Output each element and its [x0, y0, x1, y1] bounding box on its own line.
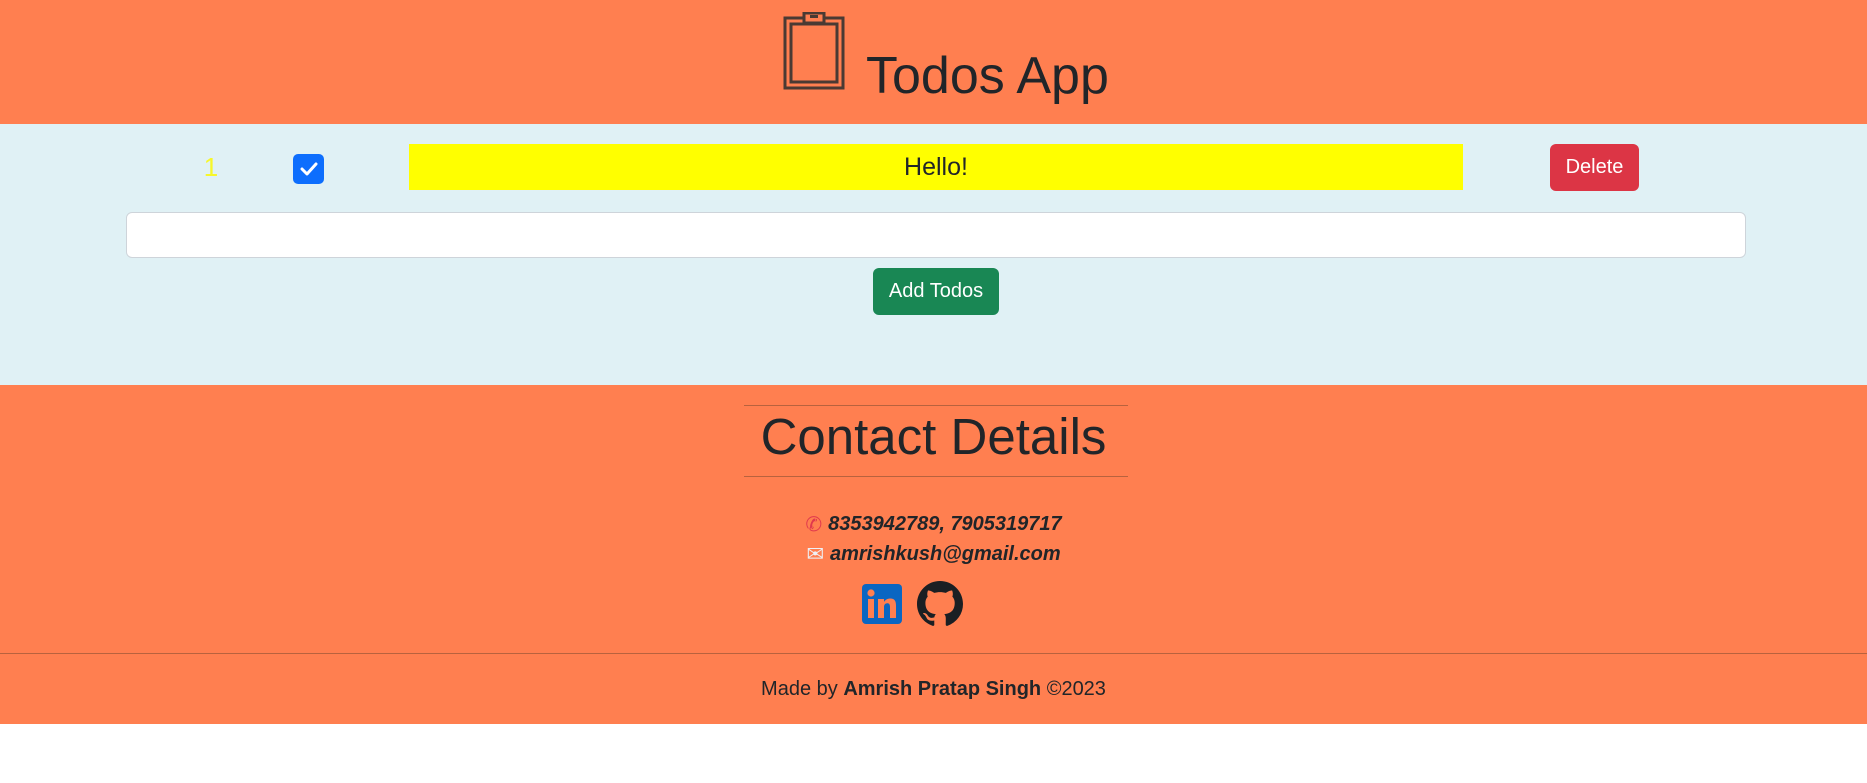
todo-checkbox[interactable] [293, 154, 324, 184]
footer-copyright: ©2023 [1046, 678, 1106, 700]
contact-section: Contact Details ✆ 8353942789, 7905319717 … [0, 385, 1867, 653]
delete-button[interactable]: Delete [1550, 144, 1639, 191]
phone-icon: ✆ [805, 514, 823, 536]
contact-title: Contact Details [760, 408, 1107, 465]
contact-phone: ✆ 8353942789, 7905319717 [0, 512, 1867, 537]
clipboard-icon [783, 12, 845, 90]
checkmark-icon [300, 162, 317, 176]
divider [744, 405, 1128, 406]
todo-item: 1 Hello! Delete [0, 144, 1867, 192]
social-links [862, 581, 1012, 629]
linkedin-icon[interactable] [862, 584, 902, 624]
header: Todos App [0, 0, 1867, 124]
contact-email: ✉ amrishkush@gmail.com [0, 542, 1867, 567]
todo-input[interactable] [126, 212, 1746, 258]
app-title: Todos App [866, 47, 1109, 105]
todos-section: 1 Hello! Delete Add Todos [0, 124, 1867, 385]
footer-prefix: Made by [761, 678, 838, 700]
phone-numbers: 8353942789, 7905319717 [828, 513, 1062, 535]
footer: Made by Amrish Pratap Singh ©2023 [0, 653, 1867, 724]
github-icon[interactable] [917, 581, 963, 627]
divider [744, 476, 1128, 477]
todo-number: 1 [203, 152, 219, 182]
email-address: amrishkush@gmail.com [829, 543, 1061, 565]
add-todos-button[interactable]: Add Todos [873, 268, 999, 315]
footer-author: Amrish Pratap Singh [843, 678, 1042, 700]
envelope-icon: ✉ [806, 543, 824, 566]
todo-text: Hello! [409, 144, 1463, 190]
